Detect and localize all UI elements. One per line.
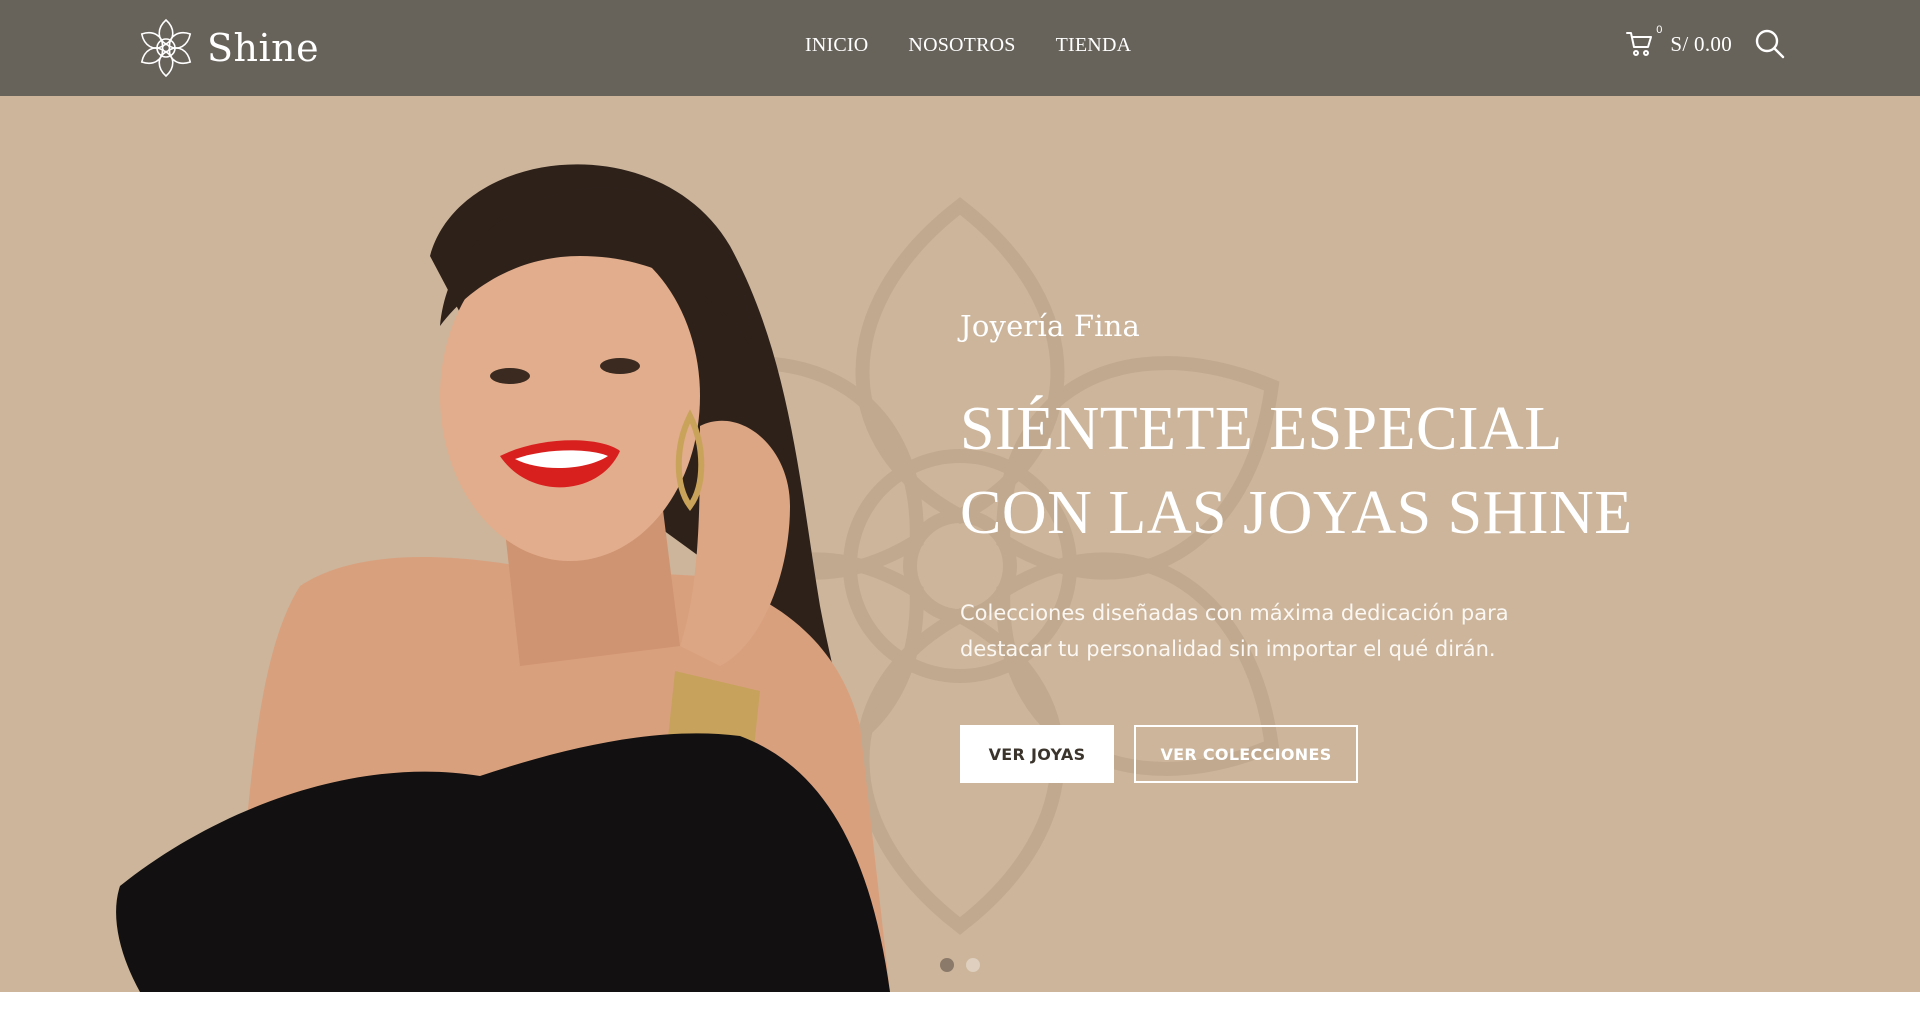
hero-description-line-2: destacar tu personalidad sin importar el…: [960, 637, 1496, 661]
hero-headline-line-1: SIÉNTETE ESPECIAL: [960, 395, 1563, 463]
slider-dot-2[interactable]: [966, 958, 980, 972]
cart-icon: 0: [1626, 25, 1662, 59]
hero-description-line-1: Colecciones diseñadas con máxima dedicac…: [960, 601, 1509, 625]
brand-name: Shine: [207, 26, 320, 70]
search-icon[interactable]: [1754, 28, 1786, 60]
nav-item-inicio[interactable]: INICIO: [805, 34, 868, 57]
hero-slider: Joyería Fina SIÉNTETE ESPECIAL CON LAS J…: [0, 96, 1920, 992]
hero-eyebrow: Joyería Fina: [960, 309, 1141, 343]
flower-logo-icon: [140, 18, 192, 78]
header-tools: 0 S/ 0.00: [1626, 25, 1786, 60]
hero-headline-line-2: CON LAS JOYAS SHINE: [960, 479, 1633, 547]
ver-joyas-button[interactable]: VER JOYAS: [960, 725, 1114, 783]
cart-total: S/ 0.00: [1670, 31, 1732, 56]
site-header: Shine INICIO NOSOTROS TIENDA 0 S/ 0.00: [0, 0, 1920, 96]
slider-dot-1[interactable]: [940, 958, 954, 972]
model-photo: [116, 164, 890, 992]
brand-logo-link[interactable]: Shine: [135, 13, 319, 83]
nav-item-nosotros[interactable]: NOSOTROS: [908, 34, 1015, 57]
page-below-hero: [0, 992, 1920, 1030]
hero-cta-row: VER JOYAS VER COLECCIONES: [960, 725, 1660, 783]
hero-description: Colecciones diseñadas con máxima dedicac…: [960, 595, 1660, 667]
hero-headline: SIÉNTETE ESPECIAL CON LAS JOYAS SHINE: [960, 387, 1660, 555]
cart-button[interactable]: 0 S/ 0.00: [1626, 25, 1732, 59]
hero-content: Joyería Fina SIÉNTETE ESPECIAL CON LAS J…: [960, 309, 1660, 783]
slider-pagination: [940, 958, 980, 972]
cart-count-badge: 0: [1656, 24, 1663, 36]
main-nav: INICIO NOSOTROS TIENDA: [805, 34, 1131, 57]
ver-colecciones-button[interactable]: VER COLECCIONES: [1134, 725, 1358, 783]
nav-item-tienda[interactable]: TIENDA: [1056, 34, 1132, 57]
